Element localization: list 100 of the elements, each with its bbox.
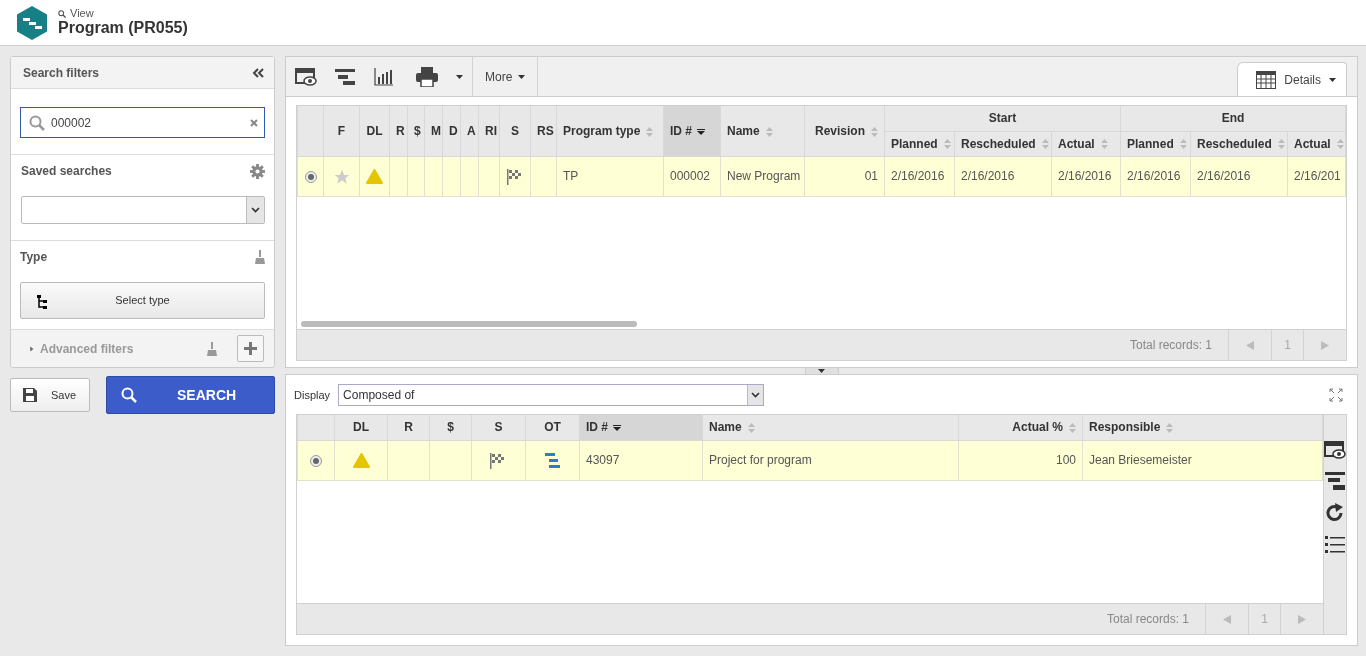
checkered-flag-icon xyxy=(490,452,507,469)
plus-icon xyxy=(244,342,257,355)
sort-icon[interactable] xyxy=(1277,139,1285,150)
radio-button[interactable] xyxy=(310,454,322,467)
table-cell: 43097 xyxy=(579,440,703,480)
refresh-icon[interactable] xyxy=(1325,503,1345,523)
caret-icon[interactable] xyxy=(29,344,34,353)
column-header[interactable]: Actual % xyxy=(958,415,1083,440)
save-button[interactable]: Save xyxy=(10,378,90,412)
column-header: RI xyxy=(478,106,500,156)
collapse-icon[interactable] xyxy=(252,67,264,78)
right-triangle-icon xyxy=(1321,340,1329,350)
column-header: DL xyxy=(334,415,388,440)
column-header: S xyxy=(471,415,526,440)
app-logo-icon xyxy=(16,5,48,40)
sort-icon[interactable] xyxy=(1166,423,1174,434)
column-header[interactable]: Responsible xyxy=(1082,415,1323,440)
select-type-button[interactable]: Select type xyxy=(20,282,265,319)
column-header[interactable]: Name xyxy=(720,106,805,156)
task-bars-icon xyxy=(545,452,560,469)
tree-icon xyxy=(37,295,47,309)
total-records-label: Total records: 1 xyxy=(1106,611,1190,628)
chevron-down-icon[interactable] xyxy=(751,392,761,398)
display-dropdown[interactable]: Composed of xyxy=(338,384,765,406)
sort-icon[interactable] xyxy=(765,126,773,137)
search-button[interactable]: SEARCH xyxy=(106,376,275,414)
checkered-flag-icon xyxy=(506,168,524,185)
column-header[interactable]: Revision xyxy=(804,106,885,156)
caret-icon xyxy=(518,74,526,79)
left-triangle-icon xyxy=(1246,340,1254,350)
view-icon[interactable] xyxy=(1324,441,1346,459)
table-cell: 2/16/201 xyxy=(1287,156,1346,196)
sort-icon[interactable] xyxy=(871,126,878,137)
section-label: Type xyxy=(20,249,48,266)
column-header[interactable]: Program type xyxy=(556,106,664,156)
warning-triangle-icon xyxy=(366,169,383,185)
panel-title: Search filters xyxy=(23,64,100,82)
sort-icon[interactable] xyxy=(1179,139,1187,150)
sort-icon[interactable] xyxy=(1069,423,1076,434)
table-cell: 100 xyxy=(958,440,1083,480)
expand-icon[interactable] xyxy=(1329,388,1343,402)
scrollbar[interactable] xyxy=(301,321,637,327)
details-view-tab[interactable]: Details xyxy=(1237,62,1347,96)
table-cell: 2/16/2016 xyxy=(954,156,1052,196)
display-label: Display xyxy=(294,387,331,403)
table-cell: 2/16/2016 xyxy=(1051,156,1121,196)
chevron-down-icon[interactable] xyxy=(251,207,260,213)
search-icon xyxy=(29,115,45,131)
column-header: S xyxy=(499,106,531,156)
sort-descending-icon[interactable] xyxy=(613,425,621,432)
warning-triangle-icon xyxy=(352,453,370,469)
table-cell: Jean Briesemeister xyxy=(1082,440,1323,480)
sort-descending-icon[interactable] xyxy=(697,128,705,135)
column-header[interactable]: Rescheduled xyxy=(954,131,1052,156)
table-cell: New Program xyxy=(720,156,805,196)
clear-icon[interactable] xyxy=(250,119,258,127)
right-triangle-icon xyxy=(1298,614,1306,624)
table-cell: 01 xyxy=(804,156,885,196)
more-menu-button[interactable]: More xyxy=(473,57,539,96)
table-grid-icon xyxy=(1256,70,1277,89)
sort-icon[interactable] xyxy=(943,139,951,150)
gantt-icon[interactable] xyxy=(1325,472,1345,490)
column-header: RS xyxy=(530,106,557,156)
table-cell: 000002 xyxy=(663,156,721,196)
search-icon xyxy=(121,387,137,403)
column-header: $ xyxy=(429,415,472,440)
sort-icon[interactable] xyxy=(646,126,654,137)
total-records-label: Total records: 1 xyxy=(1129,337,1213,354)
star-icon[interactable] xyxy=(333,168,350,185)
search-field[interactable]: 000002 xyxy=(20,107,265,138)
list-icon[interactable] xyxy=(1325,536,1345,554)
caret-icon xyxy=(1329,77,1336,82)
left-triangle-icon xyxy=(1223,614,1231,624)
table-cell: 2/16/2016 xyxy=(1120,156,1191,196)
column-header: R xyxy=(387,415,430,440)
sort-icon[interactable] xyxy=(747,423,755,434)
settings-icon[interactable] xyxy=(250,163,265,179)
column-group-header: End xyxy=(1120,106,1346,131)
sort-icon[interactable] xyxy=(1100,139,1108,150)
sort-icon[interactable] xyxy=(1336,139,1344,150)
section-label: Saved searches xyxy=(21,163,112,180)
column-header[interactable]: ID # xyxy=(663,106,721,156)
table-cell: TP xyxy=(556,156,664,196)
table-cell: Project for program xyxy=(702,440,959,480)
column-header[interactable]: Name xyxy=(702,415,959,440)
page-title: Program (PR055) xyxy=(58,19,188,37)
broom-icon[interactable] xyxy=(255,250,265,264)
search-icon xyxy=(58,9,66,18)
column-header[interactable]: Rescheduled xyxy=(1190,131,1288,156)
column-header[interactable]: ID # xyxy=(579,415,703,440)
column-header: DL xyxy=(359,106,390,156)
table-cell: 2/16/2016 xyxy=(1190,156,1288,196)
broom-icon[interactable] xyxy=(207,340,217,357)
table-cell: 2/16/2016 xyxy=(884,156,955,196)
column-group-header: Start xyxy=(884,106,1121,131)
column-header: F xyxy=(323,106,360,156)
breadcrumb-label: View xyxy=(70,8,94,20)
add-filter-button[interactable] xyxy=(237,335,264,362)
sort-icon[interactable] xyxy=(1041,139,1049,150)
radio-button[interactable] xyxy=(304,170,317,183)
